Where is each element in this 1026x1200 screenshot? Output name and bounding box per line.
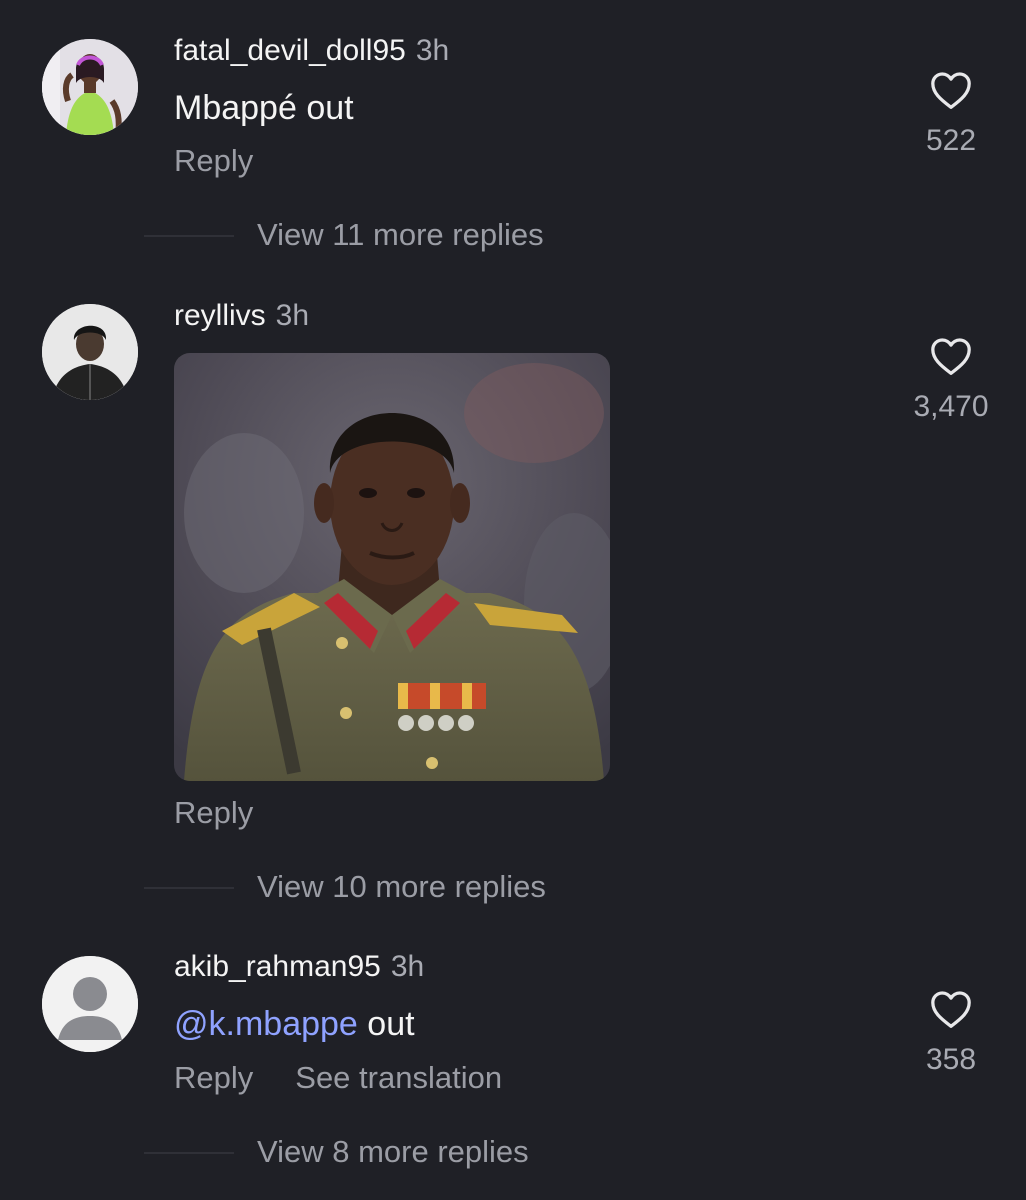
timestamp: 3h xyxy=(390,950,425,983)
like-count: 3,470 xyxy=(913,390,989,423)
avatar-akib-rahman95[interactable] xyxy=(42,956,138,1052)
comment-text: Mbappé out xyxy=(174,89,354,127)
comment-text: @k.mbappe out xyxy=(174,1004,415,1044)
comment-text-rest: out xyxy=(357,1005,415,1043)
heart-icon[interactable] xyxy=(929,989,973,1029)
like-count: 358 xyxy=(925,1043,977,1076)
like-control: 3,470 xyxy=(891,336,1011,424)
comment-actions: Reply See translation xyxy=(174,1060,502,1096)
like-control: 522 xyxy=(891,70,1011,158)
username[interactable]: akib_rahman95 xyxy=(174,950,381,983)
view-replies-button[interactable]: View 8 more replies xyxy=(257,1134,529,1170)
avatar-fatal-devil-doll95[interactable] xyxy=(42,39,138,135)
timestamp: 3h xyxy=(275,299,310,332)
reply-button[interactable]: Reply xyxy=(174,795,253,830)
comment-actions: Reply xyxy=(174,143,253,179)
heart-icon[interactable] xyxy=(929,70,973,110)
avatar-reyllivs[interactable] xyxy=(42,304,138,400)
comment-image[interactable] xyxy=(174,353,610,781)
reply-button[interactable]: Reply xyxy=(174,1060,253,1095)
see-translation-button[interactable]: See translation xyxy=(295,1060,502,1095)
comment-actions: Reply xyxy=(174,795,253,831)
view-replies-button[interactable]: View 11 more replies xyxy=(257,217,544,253)
comment-1-header: fatal_devil_doll95 3h xyxy=(174,33,449,69)
reply-button[interactable]: Reply xyxy=(174,143,253,178)
username[interactable]: fatal_devil_doll95 xyxy=(174,34,406,67)
replies-divider xyxy=(144,1152,234,1154)
like-count: 522 xyxy=(925,124,977,157)
timestamp: 3h xyxy=(415,34,450,67)
heart-icon[interactable] xyxy=(929,336,973,376)
mention-link[interactable]: @k.mbappe xyxy=(174,1005,358,1043)
replies-divider xyxy=(144,887,234,889)
like-control: 358 xyxy=(891,989,1011,1077)
username[interactable]: reyllivs xyxy=(174,299,266,332)
view-replies-button[interactable]: View 10 more replies xyxy=(257,869,546,905)
comment-3-header: akib_rahman95 3h xyxy=(174,949,424,985)
replies-divider xyxy=(144,235,234,237)
comment-2-header: reyllivs 3h xyxy=(174,298,309,334)
default-avatar-icon xyxy=(42,956,138,1052)
